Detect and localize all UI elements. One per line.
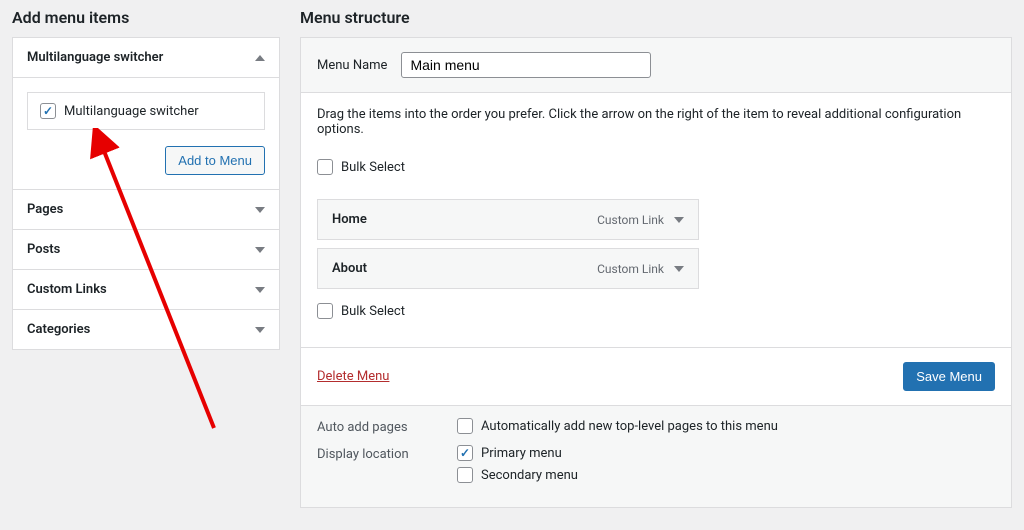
accordion-header-pages[interactable]: Pages bbox=[13, 190, 279, 229]
auto-add-label: Auto add pages bbox=[317, 418, 457, 435]
menu-item-title: Home bbox=[332, 212, 367, 227]
bulk-select-checkbox[interactable] bbox=[317, 303, 333, 319]
menu-item-type: Custom Link bbox=[597, 213, 664, 227]
add-items-title: Add menu items bbox=[12, 8, 280, 27]
caret-down-icon bbox=[255, 327, 265, 333]
accordion-header-categories[interactable]: Categories bbox=[13, 310, 279, 349]
accordion-label: Pages bbox=[27, 202, 63, 217]
save-menu-button[interactable]: Save Menu bbox=[903, 362, 995, 391]
accordion-header-custom-links[interactable]: Custom Links bbox=[13, 270, 279, 309]
secondary-menu-label: Secondary menu bbox=[481, 468, 578, 483]
caret-up-icon bbox=[255, 55, 265, 61]
accordion-label: Posts bbox=[27, 242, 60, 257]
accordion-label: Custom Links bbox=[27, 282, 107, 297]
add-to-menu-button[interactable]: Add to Menu bbox=[165, 146, 265, 175]
multilanguage-checkbox-label: Multilanguage switcher bbox=[64, 104, 199, 119]
menu-panel: Menu Name Drag the items into the order … bbox=[300, 37, 1012, 508]
display-location-secondary[interactable]: Secondary menu bbox=[457, 467, 578, 483]
bulk-select-top[interactable]: Bulk Select bbox=[317, 153, 995, 181]
bulk-select-label: Bulk Select bbox=[341, 160, 405, 175]
caret-down-icon bbox=[255, 287, 265, 293]
accordion-label: Categories bbox=[27, 322, 90, 337]
menu-item-home[interactable]: Home Custom Link bbox=[317, 199, 699, 240]
accordion-multilanguage: Multilanguage switcher Multilanguage swi… bbox=[13, 38, 279, 190]
instructions-text: Drag the items into the order you prefer… bbox=[317, 107, 995, 137]
menu-name-label: Menu Name bbox=[317, 58, 387, 73]
auto-add-option[interactable]: Automatically add new top-level pages to… bbox=[457, 418, 778, 434]
bulk-select-label: Bulk Select bbox=[341, 304, 405, 319]
caret-down-icon[interactable] bbox=[674, 266, 684, 272]
primary-menu-label: Primary menu bbox=[481, 446, 562, 461]
display-location-primary[interactable]: Primary menu bbox=[457, 445, 578, 461]
menu-item-title: About bbox=[332, 261, 367, 276]
caret-down-icon bbox=[255, 207, 265, 213]
caret-down-icon[interactable] bbox=[674, 217, 684, 223]
menu-items-list: Home Custom Link About Custom Link bbox=[317, 199, 699, 289]
accordion-container: Multilanguage switcher Multilanguage swi… bbox=[12, 37, 280, 350]
auto-add-option-label: Automatically add new top-level pages to… bbox=[481, 419, 778, 434]
menu-name-input[interactable] bbox=[401, 52, 651, 78]
auto-add-checkbox[interactable] bbox=[457, 418, 473, 434]
primary-menu-checkbox[interactable] bbox=[457, 445, 473, 461]
display-location-label: Display location bbox=[317, 445, 457, 462]
secondary-menu-checkbox[interactable] bbox=[457, 467, 473, 483]
bulk-select-checkbox[interactable] bbox=[317, 159, 333, 175]
menu-item-type: Custom Link bbox=[597, 262, 664, 276]
delete-menu-link[interactable]: Delete Menu bbox=[317, 369, 389, 384]
multilanguage-checkbox[interactable] bbox=[40, 103, 56, 119]
accordion-label: Multilanguage switcher bbox=[27, 50, 163, 65]
caret-down-icon bbox=[255, 247, 265, 253]
menu-item-about[interactable]: About Custom Link bbox=[317, 248, 699, 289]
bulk-select-bottom[interactable]: Bulk Select bbox=[317, 297, 995, 325]
menu-structure-title: Menu structure bbox=[300, 8, 1012, 27]
accordion-header-posts[interactable]: Posts bbox=[13, 230, 279, 269]
multilanguage-checkbox-row[interactable]: Multilanguage switcher bbox=[27, 92, 265, 130]
accordion-header-multilanguage[interactable]: Multilanguage switcher bbox=[13, 38, 279, 77]
